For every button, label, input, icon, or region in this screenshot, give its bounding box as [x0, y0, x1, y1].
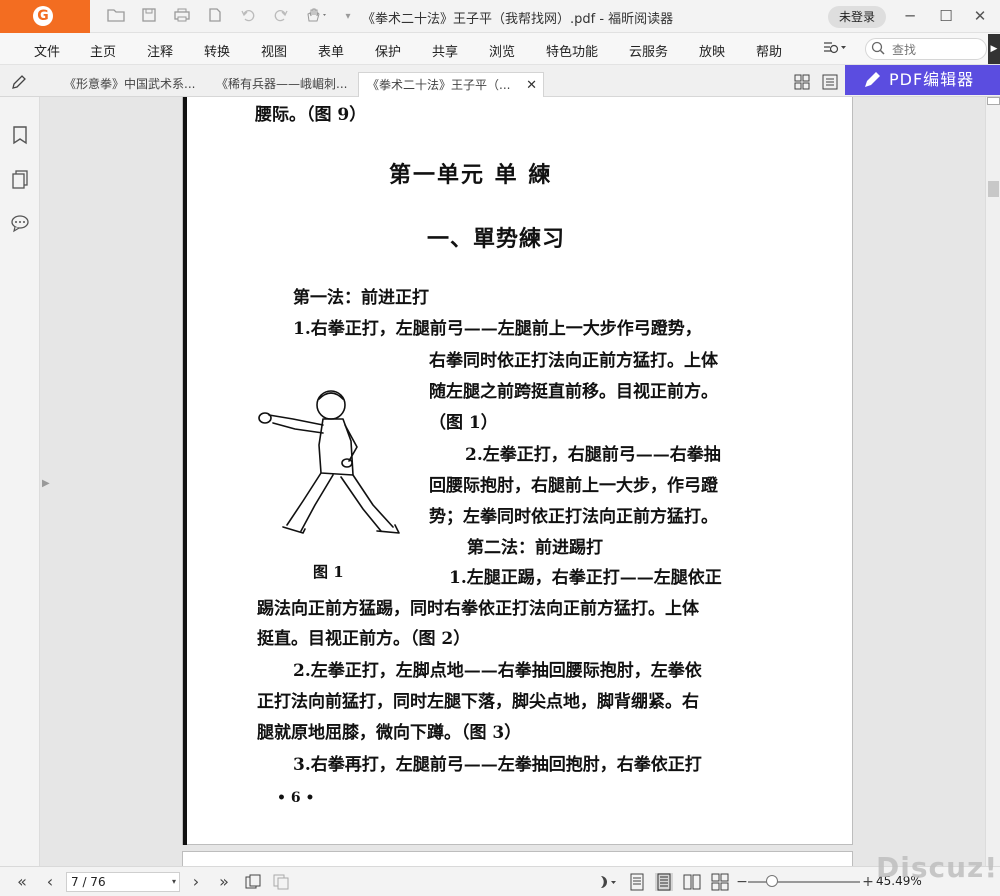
minimize-icon[interactable]: ─ [898, 5, 922, 27]
hand-tool-icon[interactable] [304, 7, 330, 27]
text-line: 正打法向前猛打，同时左腿下落，脚尖点地，脚背绷紧。右 [257, 692, 699, 712]
open-folder-icon[interactable] [106, 7, 126, 27]
tab-xingyiquan[interactable]: 《形意拳》中国武术系... [56, 72, 206, 97]
menu-help[interactable]: 帮助 [756, 41, 782, 60]
last-page-icon[interactable]: » [214, 872, 234, 892]
scroll-up-icon[interactable] [987, 97, 1000, 105]
text-line: （图 1） [429, 413, 498, 433]
menu-protect[interactable]: 保护 [375, 41, 401, 60]
zoom-slider-handle[interactable] [766, 875, 778, 887]
zoom-slider[interactable] [748, 881, 860, 883]
menu-features[interactable]: 特色功能 [546, 41, 598, 60]
text-line: 右拳同时依正打法向正前方猛打。上体 [429, 351, 718, 371]
figure-caption: 图 1 [313, 563, 344, 581]
app-logo[interactable]: G [0, 0, 90, 33]
sidebar-expand-icon[interactable]: ▶ [42, 478, 50, 489]
search-icon [871, 41, 885, 55]
document-page: 腰际。（图 9） 第一单元 单 練 一、單势練习 第一法：前进正打 1.右拳正打… [182, 97, 853, 845]
single-page-icon[interactable] [628, 873, 646, 891]
menu-comment[interactable]: 注释 [147, 41, 173, 60]
vertical-scrollbar[interactable] [985, 97, 1000, 866]
comments-icon[interactable] [10, 213, 30, 233]
undo-icon[interactable] [238, 7, 258, 27]
text-line: 2.左拳正打，右腿前弓——右拳抽 [465, 445, 721, 465]
next-page-icon[interactable]: › [186, 872, 206, 892]
previous-page-icon[interactable]: ‹ [40, 872, 60, 892]
text-line: 随左腿之前跨挺直前移。目视正前方。 [429, 382, 718, 402]
status-bar: « ‹ 7 / 76 ▾ › » − + 45.49% [0, 866, 1000, 896]
menu-form[interactable]: 表单 [318, 41, 344, 60]
edit-pen-icon[interactable] [10, 73, 28, 95]
login-button[interactable]: 未登录 [828, 6, 886, 28]
tab-close-icon[interactable]: ✕ [526, 73, 537, 97]
previous-view-icon[interactable] [244, 873, 262, 891]
tab-label: 《拳术二十法》王子平（... [367, 78, 511, 92]
reading-mode-icon[interactable] [598, 873, 620, 891]
martial-artist-figure [258, 390, 400, 534]
grid-view-icon[interactable] [794, 74, 810, 94]
page-number-input[interactable]: 7 / 76 ▾ [66, 872, 180, 892]
save-icon[interactable] [139, 7, 159, 27]
menu-convert[interactable]: 转换 [204, 41, 230, 60]
next-page-edge [182, 851, 853, 866]
bookmark-icon[interactable] [10, 125, 30, 145]
menu-view[interactable]: 视图 [261, 41, 287, 60]
menu-scroll-right-icon[interactable]: ▶ [988, 34, 1000, 64]
menu-share[interactable]: 共享 [432, 41, 458, 60]
ribbon-options-icon[interactable] [822, 40, 848, 60]
text-line: 3.右拳再打，左腿前弓——左拳抽回抱肘，右拳依正打 [293, 755, 702, 775]
maximize-icon[interactable]: ☐ [934, 5, 958, 27]
method1-title: 第一法：前进正打 [293, 288, 429, 308]
text-line: 回腰际抱肘，右腿前上一大步，作弓蹬 [429, 476, 718, 496]
page-scan-edge [183, 97, 187, 845]
pdf-editor-button[interactable]: PDF编辑器 [845, 65, 1000, 95]
pages-thumbnail-icon[interactable] [10, 169, 30, 189]
pdf-editor-label: PDF编辑器 [889, 70, 975, 89]
quick-access-dropdown-icon[interactable]: ▾ [338, 7, 358, 27]
method2-title: 第二法：前进踢打 [467, 538, 603, 558]
document-title: 《拳术二十法》王子平（我帮找网）.pdf - 福昕阅读器 [362, 12, 674, 27]
text-line: 腿就原地屈膝，微向下蹲。（图 3） [257, 723, 522, 743]
menu-slideshow[interactable]: 放映 [699, 41, 725, 60]
text-line: 2.左拳正打，左脚点地——右拳抽回腰际抱肘，左拳依 [293, 661, 702, 681]
new-page-icon[interactable] [205, 7, 225, 27]
text-line: 踢法向正前方猛踢，同时右拳依正打法向正前方猛打。上体 [257, 599, 699, 619]
text-line: 挺直。目视正前方。（图 2） [257, 629, 471, 649]
close-window-icon[interactable]: ✕ [968, 5, 992, 27]
menu-browse[interactable]: 浏览 [489, 41, 515, 60]
first-page-icon[interactable]: « [12, 872, 32, 892]
doc-top-line: 腰际。（图 9） [255, 105, 367, 125]
tab-quanshu-ershifa[interactable]: 《拳术二十法》王子平（... ✕ [358, 72, 544, 97]
menu-cloud[interactable]: 云服务 [629, 41, 668, 60]
menu-bar: 文件 主页 注释 转换 视图 表单 保护 共享 浏览 特色功能 云服务 放映 帮… [0, 33, 1000, 65]
forum-watermark: Discuz! [876, 851, 999, 884]
left-sidebar [0, 97, 40, 866]
text-line: 1.左腿正踢，右拳正打——左腿依正 [449, 568, 722, 588]
text-line: 1.右拳正打，左腿前弓——左腿前上一大步作弓蹬势， [293, 319, 702, 339]
zoom-in-icon[interactable]: + [858, 872, 878, 892]
tab-list-icon[interactable] [822, 74, 838, 94]
title-bar: G ▾ 《拳术二十法》王子平（我帮找网）.pdf - 福昕阅读器 未登录 ─ ☐… [0, 0, 1000, 33]
next-view-icon[interactable] [272, 873, 290, 891]
scroll-thumb[interactable] [988, 181, 999, 197]
menu-home[interactable]: 主页 [90, 41, 116, 60]
search-box[interactable] [865, 38, 987, 60]
tab-rare-weapons[interactable]: 《稀有兵器——峨嵋刺... [208, 72, 358, 97]
print-icon[interactable] [172, 7, 192, 27]
menu-file[interactable]: 文件 [34, 41, 60, 60]
search-input[interactable] [892, 41, 982, 58]
section-title: 一、單势練习 [427, 226, 566, 252]
page-number: • 6 • [277, 790, 315, 806]
continuous-facing-icon[interactable] [711, 873, 729, 891]
redo-icon[interactable] [271, 7, 291, 27]
foxit-logo-icon: G [33, 6, 53, 26]
continuous-page-icon[interactable] [655, 873, 673, 891]
text-line: 势；左拳同时依正打法向正前方猛打。 [429, 507, 718, 527]
pdf-editor-icon [865, 72, 880, 87]
facing-pages-icon[interactable] [683, 873, 701, 891]
unit-title: 第一单元 单 練 [389, 162, 553, 188]
page-indicator: 7 / 76 [71, 875, 106, 889]
page-dropdown-icon[interactable]: ▾ [172, 873, 176, 891]
